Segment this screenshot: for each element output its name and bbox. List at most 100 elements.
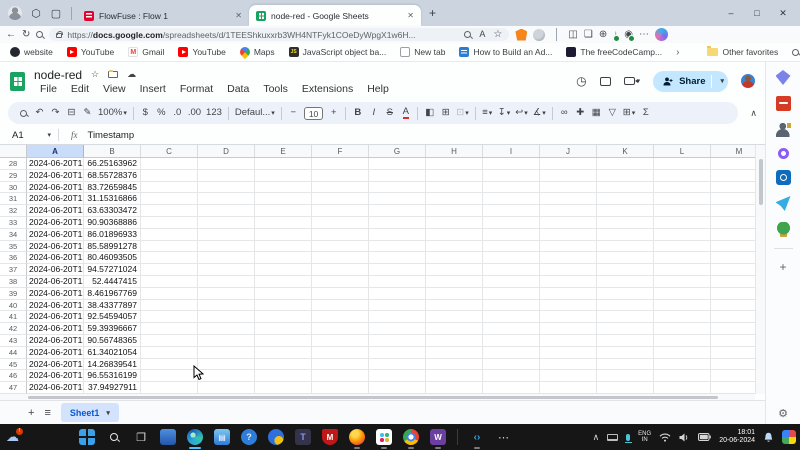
cell-empty[interactable] xyxy=(483,347,540,359)
cell-empty[interactable] xyxy=(141,311,198,323)
document-title[interactable]: node-red xyxy=(34,68,82,82)
row-header[interactable]: 29 xyxy=(0,170,27,182)
cell-empty[interactable] xyxy=(597,158,654,170)
cell-empty[interactable] xyxy=(312,323,369,335)
cell-empty[interactable] xyxy=(597,347,654,359)
cell-empty[interactable] xyxy=(312,311,369,323)
horizontal-scrollbar[interactable] xyxy=(0,394,755,400)
merge-cells-button[interactable]: ⊡▾ xyxy=(454,104,470,122)
cell-empty[interactable] xyxy=(711,264,755,276)
cell-empty[interactable] xyxy=(255,241,312,253)
cell-empty[interactable] xyxy=(654,264,711,276)
cell-timestamp[interactable]: 2024-06-20T12:2 xyxy=(27,347,84,359)
cell-empty[interactable] xyxy=(426,193,483,205)
font-select-button[interactable]: Defaul...▾ xyxy=(233,104,277,122)
device-icon[interactable] xyxy=(607,434,618,441)
cell-empty[interactable] xyxy=(540,158,597,170)
cell-empty[interactable] xyxy=(540,335,597,347)
cell-empty[interactable] xyxy=(483,382,540,394)
cell-empty[interactable] xyxy=(426,264,483,276)
format-as-percent-button[interactable]: % xyxy=(154,104,169,122)
cell-timestamp[interactable]: 2024-06-20T12:2 xyxy=(27,370,84,382)
cell-empty[interactable] xyxy=(369,382,426,394)
vertical-scrollbar[interactable] xyxy=(755,145,765,394)
decrease-font-size-button[interactable]: − xyxy=(286,104,301,122)
cell-empty[interactable] xyxy=(369,241,426,253)
cell-empty[interactable] xyxy=(141,264,198,276)
cell-empty[interactable] xyxy=(369,300,426,312)
account-avatar[interactable] xyxy=(741,74,755,88)
cell-empty[interactable] xyxy=(255,217,312,229)
version-history-icon[interactable]: ◷ xyxy=(576,74,586,88)
taskbar-more-icon[interactable]: ⋯ xyxy=(496,429,512,445)
cell-empty[interactable] xyxy=(369,359,426,371)
cell-value[interactable]: 85.58991278 xyxy=(84,241,141,253)
cell-timestamp[interactable]: 2024-06-20T12:2 xyxy=(27,205,84,217)
cell-empty[interactable] xyxy=(255,182,312,194)
more-formats-button[interactable]: 123 xyxy=(204,104,224,122)
taskbar-slack-icon[interactable] xyxy=(376,429,392,445)
cell-empty[interactable] xyxy=(711,335,755,347)
column-header-J[interactable]: J xyxy=(540,145,597,157)
sidebar-settings-icon[interactable]: ⚙ xyxy=(778,407,788,420)
bold-button[interactable]: B xyxy=(350,104,365,122)
column-header-H[interactable]: H xyxy=(426,145,483,157)
cell-empty[interactable] xyxy=(426,370,483,382)
cell-empty[interactable] xyxy=(369,217,426,229)
vertical-align-button[interactable]: ↧▾ xyxy=(496,104,512,122)
cell-empty[interactable] xyxy=(597,241,654,253)
new-tab-button[interactable]: + xyxy=(429,6,436,20)
cell-value[interactable]: 52.4447415 xyxy=(84,276,141,288)
cell-empty[interactable] xyxy=(711,288,755,300)
cell-empty[interactable] xyxy=(312,205,369,217)
cell-empty[interactable] xyxy=(198,323,255,335)
close-button[interactable]: ✕ xyxy=(770,3,796,23)
cell-empty[interactable] xyxy=(312,347,369,359)
cell-empty[interactable] xyxy=(426,300,483,312)
row-header[interactable]: 44 xyxy=(0,347,27,359)
cell-empty[interactable] xyxy=(426,382,483,394)
taskbar-start-icon[interactable] xyxy=(79,429,95,445)
sidebar-add-icon[interactable]: + xyxy=(779,260,786,274)
cell-empty[interactable] xyxy=(198,300,255,312)
cell-empty[interactable] xyxy=(711,217,755,229)
cell-empty[interactable] xyxy=(654,158,711,170)
cell-empty[interactable] xyxy=(426,229,483,241)
cell-empty[interactable] xyxy=(312,276,369,288)
cell-empty[interactable] xyxy=(198,359,255,371)
redo-button[interactable]: ↷ xyxy=(48,104,63,122)
row-header[interactable]: 35 xyxy=(0,241,27,253)
column-header-B[interactable]: B xyxy=(84,145,141,157)
cell-empty[interactable] xyxy=(141,276,198,288)
bookmark-freecodecamp[interactable]: The freeCodeCamp... xyxy=(566,47,662,57)
cell-empty[interactable] xyxy=(312,170,369,182)
copilot-icon[interactable] xyxy=(655,28,668,41)
cell-empty[interactable] xyxy=(540,347,597,359)
cell-empty[interactable] xyxy=(711,382,755,394)
extension-icon[interactable] xyxy=(533,29,545,41)
cell-empty[interactable] xyxy=(654,311,711,323)
cell-timestamp[interactable]: 2024-06-20T12:2 xyxy=(27,170,84,182)
cell-empty[interactable] xyxy=(198,205,255,217)
cell-empty[interactable] xyxy=(711,370,755,382)
maximize-button[interactable]: □ xyxy=(744,3,770,23)
row-header[interactable]: 36 xyxy=(0,252,27,264)
browser-essentials-icon[interactable]: ⊕ xyxy=(599,30,607,40)
sidebar-telegram-icon[interactable] xyxy=(776,196,791,211)
cell-empty[interactable] xyxy=(483,323,540,335)
cell-empty[interactable] xyxy=(597,288,654,300)
cell-empty[interactable] xyxy=(540,229,597,241)
taskbar-vscode-icon[interactable]: ‹› xyxy=(469,429,485,445)
cell-empty[interactable] xyxy=(255,335,312,347)
horizontal-scrollbar-thumb[interactable] xyxy=(28,396,718,399)
column-header-K[interactable]: K xyxy=(597,145,654,157)
name-box-dropdown-icon[interactable]: ▾ xyxy=(47,131,51,139)
refresh-icon[interactable]: ↻ xyxy=(22,30,30,40)
cell-empty[interactable] xyxy=(198,158,255,170)
menu-extensions[interactable]: Extensions xyxy=(296,83,359,95)
cell-empty[interactable] xyxy=(312,300,369,312)
cell-value[interactable]: 66.25163962 xyxy=(84,158,141,170)
cell-empty[interactable] xyxy=(654,323,711,335)
cell-empty[interactable] xyxy=(540,359,597,371)
cell-empty[interactable] xyxy=(141,359,198,371)
